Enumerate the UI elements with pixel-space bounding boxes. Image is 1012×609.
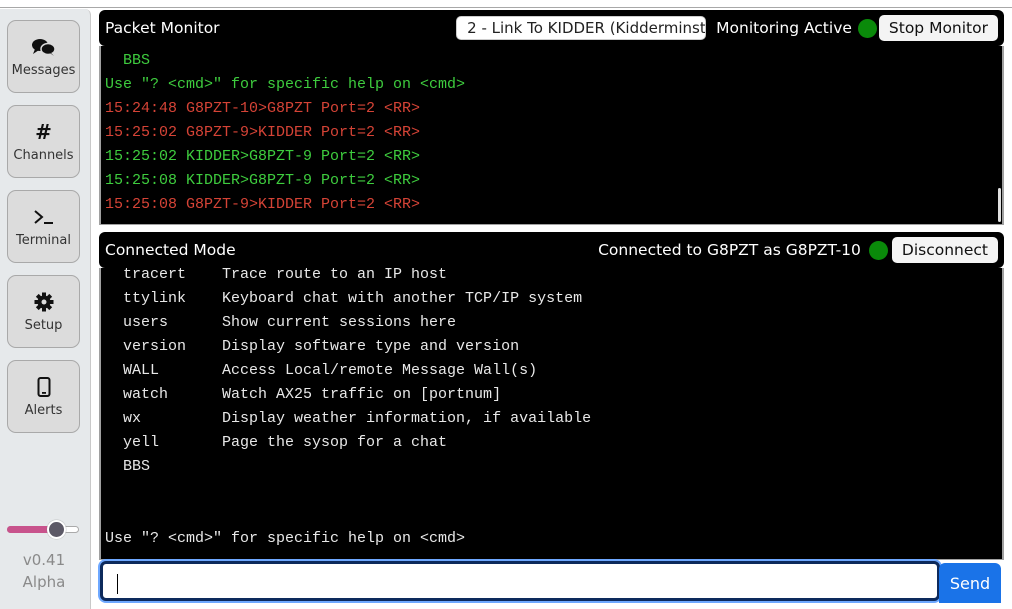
monitor-line: 15:25:02 KIDDER>G8PZT-9 Port=2 <RR>: [105, 148, 421, 165]
monitor-scrollbar[interactable]: [998, 188, 1001, 222]
text-caret: [117, 574, 118, 594]
sidebar-item-label: Terminal: [16, 233, 71, 248]
terminal-line: yell Page the sysop for a chat: [105, 434, 448, 451]
monitor-status-indicator: [857, 18, 877, 38]
connection-status-indicator: [868, 240, 888, 260]
monitor-line: 15:24:48 G8PZT-10>G8PZT Port=2 <RR>: [105, 100, 421, 117]
stop-monitor-button[interactable]: Stop Monitor: [878, 15, 998, 41]
sidebar: Messages # Channels Terminal Setup Alert…: [0, 9, 91, 609]
slider-thumb[interactable]: [46, 520, 66, 539]
sidebar-item-channels[interactable]: # Channels: [7, 105, 80, 178]
sidebar-item-label: Setup: [24, 318, 63, 333]
terminal-line: ttylink Keyboard chat with another TCP/I…: [105, 290, 583, 307]
alpha-slider[interactable]: [7, 515, 80, 545]
slider-fill: [7, 526, 51, 533]
sidebar-item-label: Alerts: [24, 403, 63, 418]
packet-monitor-output[interactable]: BBS Use "? <cmd>" for specific help on <c…: [99, 46, 1004, 225]
send-button[interactable]: Send: [939, 563, 1001, 603]
packet-monitor-title: Packet Monitor: [105, 19, 220, 37]
terminal-icon: [33, 205, 55, 229]
monitor-line: 15:25:02 G8PZT-9>KIDDER Port=2 <RR>: [105, 124, 421, 141]
terminal-line: WALL Access Local/remote Message Wall(s): [105, 362, 538, 379]
phone-icon: [37, 375, 51, 399]
connected-mode-header: Connected Mode Connected to G8PZT as G8P…: [99, 232, 1004, 268]
sidebar-item-messages[interactable]: Messages: [7, 20, 80, 93]
release-label: Alpha: [22, 573, 66, 591]
terminal-line: Use "? <cmd>" for specific help on <cmd>: [105, 530, 466, 547]
connection-status: Connected to G8PZT as G8PZT-10: [598, 241, 861, 259]
terminal-line: tracert Trace route to an IP host: [105, 268, 448, 283]
command-input[interactable]: [103, 564, 937, 598]
sidebar-item-setup[interactable]: Setup: [7, 275, 80, 348]
terminal-line: BBS: [105, 458, 151, 475]
version-number: v0.41: [22, 551, 66, 569]
hash-icon: #: [35, 120, 52, 144]
sidebar-item-label: Channels: [13, 148, 74, 163]
version-info: v0.41 Alpha: [0, 549, 88, 593]
monitor-line: 15:25:08 KIDDER>G8PZT-9 Port=2 <RR>: [105, 172, 421, 189]
sidebar-item-label: Messages: [11, 63, 76, 78]
monitor-line: Use "? <cmd>" for specific help on <cmd>: [105, 76, 466, 93]
packet-monitor-header: Packet Monitor 2 - Link To KIDDER (Kidde…: [99, 10, 1004, 46]
terminal-line: version Display software type and versio…: [105, 338, 520, 355]
disconnect-button[interactable]: Disconnect: [891, 237, 998, 263]
terminal-line: wx Display weather information, if avail…: [105, 410, 592, 427]
terminal-line: users Show current sessions here: [105, 314, 457, 331]
sidebar-item-terminal[interactable]: Terminal: [7, 190, 80, 263]
monitor-line: 15:25:08 G8PZT-9>KIDDER Port=2 <RR>: [105, 196, 421, 213]
sidebar-item-alerts[interactable]: Alerts: [7, 360, 80, 433]
command-input-wrapper: [100, 561, 940, 601]
monitor-status: Monitoring Active: [716, 19, 852, 37]
connected-mode-output[interactable]: tracert Trace route to an IP host ttylin…: [99, 268, 1004, 560]
monitor-line: BBS: [105, 52, 151, 69]
gear-icon: [34, 290, 54, 314]
port-select[interactable]: 2 - Link To KIDDER (Kidderminst: [456, 16, 707, 40]
terminal-line: watch Watch AX25 traffic on [portnum]: [105, 386, 502, 403]
chat-bubbles-icon: [31, 35, 57, 59]
connected-mode-title: Connected Mode: [105, 241, 236, 259]
top-bar: [0, 0, 1012, 8]
